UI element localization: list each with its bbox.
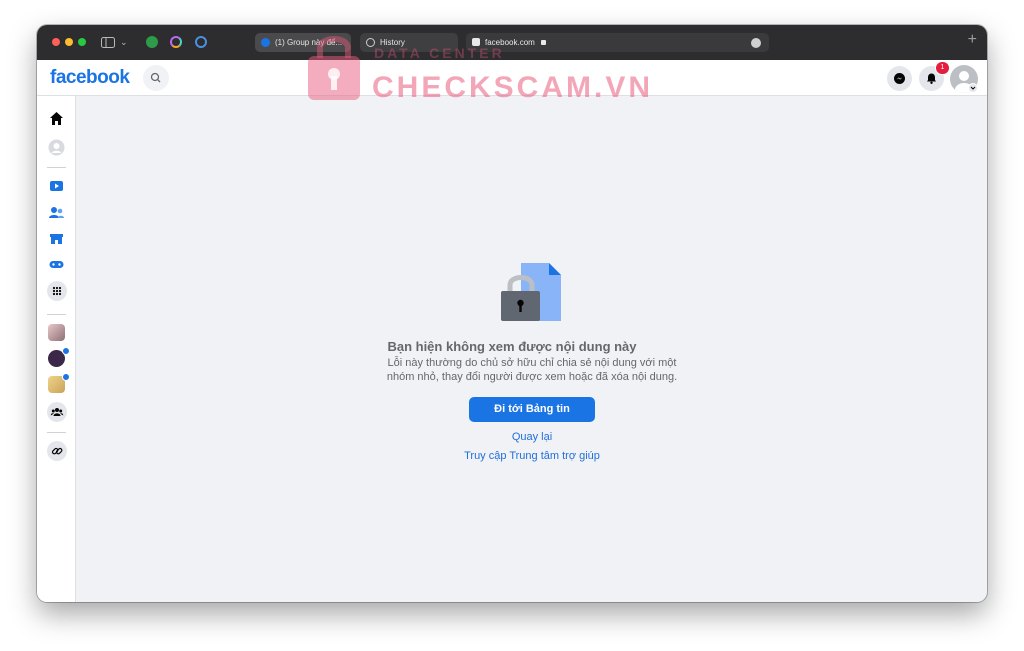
messenger-icon [894, 73, 905, 84]
help-center-link[interactable]: Truy cập Trung tâm trợ giúp [0, 449, 1024, 463]
home-icon[interactable] [48, 110, 65, 127]
address-bar[interactable]: facebook.com [466, 33, 769, 52]
error-title: Bạn hiện không xem được nội dung này [387, 339, 637, 354]
groups-button[interactable] [47, 402, 67, 422]
zoom-window-button[interactable] [78, 38, 86, 46]
go-to-news-feed-button[interactable]: Đi tới Bảng tin [469, 397, 595, 422]
chevron-down-icon[interactable]: ⌄ [120, 36, 128, 48]
facebook-logo[interactable]: facebook [50, 67, 130, 89]
watermark-text: CHECKSCAM.VN [372, 71, 654, 104]
friends-icon[interactable] [48, 204, 65, 221]
error-description: Lỗi này thường do chủ sở hữu chỉ chia sẻ… [386, 357, 678, 383]
menu-button[interactable] [47, 281, 67, 301]
rail-divider [47, 314, 66, 315]
marketplace-icon[interactable] [48, 230, 65, 247]
locked-content-icon [501, 263, 561, 321]
facebook-favicon-icon [261, 38, 270, 47]
watch-icon[interactable] [48, 178, 65, 195]
profile-icon[interactable] [48, 139, 65, 156]
more-options-icon[interactable] [751, 38, 761, 48]
new-tab-button[interactable]: + [968, 31, 977, 49]
minimize-window-button[interactable] [65, 38, 73, 46]
watermark-subtitle: DATA CENTER [374, 45, 505, 61]
lock-icon [541, 40, 547, 46]
grammarly-extension-icon[interactable] [146, 36, 158, 48]
messenger-button[interactable] [887, 66, 912, 91]
groups-icon [50, 408, 64, 416]
gaming-icon[interactable] [48, 256, 65, 273]
close-window-button[interactable] [52, 38, 60, 46]
color-extension-icon[interactable] [170, 36, 182, 48]
browser-toolbar: ⌄ (1) Group này để... History facebook.c… [37, 25, 987, 60]
search-icon [150, 72, 161, 83]
watermark-lock-icon [308, 36, 360, 100]
pause-extension-icon[interactable] [195, 36, 207, 48]
sidebar-toggle-icon[interactable] [101, 37, 115, 48]
rail-divider [47, 167, 66, 168]
menu-grid-icon [52, 286, 62, 296]
search-button[interactable] [143, 65, 169, 91]
account-dropdown-icon[interactable] [968, 83, 978, 93]
unread-dot [62, 373, 70, 381]
go-back-link[interactable]: Quay lại [0, 430, 1024, 444]
notification-badge: 1 [935, 61, 950, 75]
